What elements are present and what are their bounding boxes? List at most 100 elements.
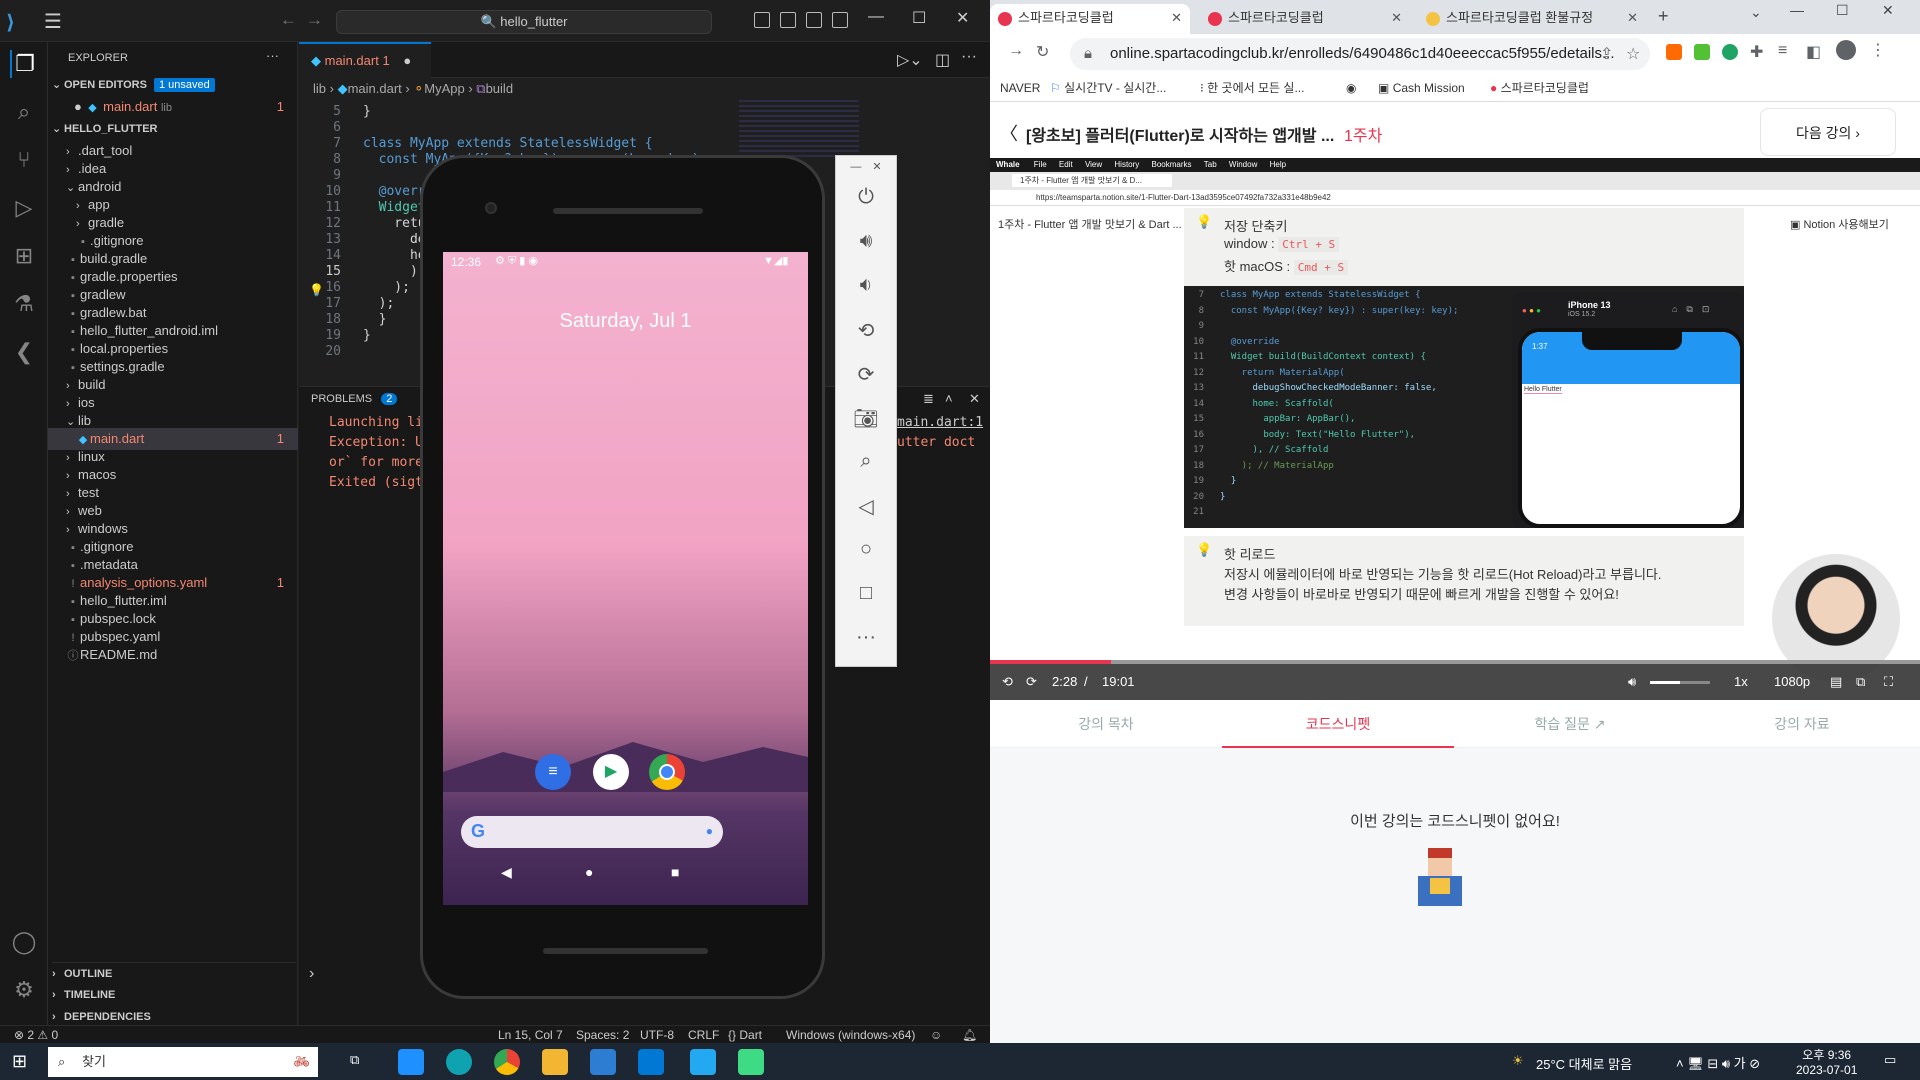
minimap[interactable] [739,100,859,160]
fullscreen-icon[interactable]: ⛶ [1884,664,1893,700]
bookmark-live-tv[interactable]: ⚐ 실시간TV - 실시간... [1050,74,1166,102]
close-tab-icon[interactable]: ✕ [1627,4,1638,32]
playback-speed[interactable]: 1x [1734,664,1748,700]
back-arrow-icon[interactable]: ← [280,10,297,30]
power-icon[interactable]: ⏻ [836,186,896,209]
encoding[interactable]: UTF-8 [640,1026,674,1044]
recents-nav-icon[interactable]: ■ [671,864,679,880]
extension-icon[interactable] [1694,44,1710,60]
extensions-icon[interactable]: ⊞ [10,242,38,270]
account-icon[interactable]: ◯ [10,928,38,956]
explorer-icon[interactable]: ❐ [10,50,38,78]
problems-status[interactable]: ⊗ 2 ⚠ 0 [14,1026,58,1044]
messages-app-icon[interactable]: ≡ [535,754,571,790]
rotate-right-icon[interactable]: ⟳ [836,362,896,387]
bookmark-sparta[interactable]: ● 스파르타코딩클럽 [1490,74,1589,102]
task-view-icon[interactable]: ⧉ [350,1052,359,1068]
open-editor-item[interactable]: ● ◆ main.dart lib 1 [48,96,298,118]
source-control-icon[interactable]: ⑂ [10,146,38,174]
maximize-icon[interactable]: ☐ [912,8,926,28]
language-mode[interactable]: {} Dart [728,1026,762,1044]
zoom-icon[interactable]: ⌕ [836,450,896,473]
lightbulb-icon[interactable]: 💡 [309,283,324,297]
breadcrumb-class[interactable]: MyApp [424,81,464,96]
notifications-bell-icon[interactable]: 🔔︎ [962,1026,977,1044]
bookmark-all-in-one[interactable]: ⁝ 한 곳에서 모든 실... [1200,74,1304,102]
outline-section[interactable]: › OUTLINE [52,962,296,984]
run-debug-icon[interactable]: ▷ [10,194,38,222]
open-editors-section[interactable]: ⌄ OPEN EDITORS 1 unsaved [52,74,296,96]
line-ending[interactable]: CRLF [688,1026,719,1044]
browser-tab[interactable]: 스파르타코딩클럽 ✕ [1200,4,1410,34]
toggle-panel-icon[interactable] [780,12,796,28]
captions-icon[interactable]: ▤ [1830,664,1842,700]
manage-gear-icon[interactable]: ⚙ [10,976,38,1004]
toggle-primary-sidebar-icon[interactable] [754,12,770,28]
google-search-bar[interactable]: G ● [461,816,723,848]
next-lecture-button[interactable]: 다음 강의 › [1760,108,1896,156]
clock[interactable]: 오후 9:36 2023-07-01 [1796,1046,1857,1077]
back-nav-icon[interactable]: ◀ [501,864,512,881]
panel-list-icon[interactable]: ≣ [923,391,934,407]
customize-layout-icon[interactable] [832,12,848,28]
split-editor-icon[interactable]: ◫ [935,50,950,70]
browser-tab-active[interactable]: 스파르타코딩클럽 ✕ [990,4,1190,34]
close-icon[interactable]: ✕ [1882,2,1894,19]
tab-main-dart[interactable]: ◆ main.dart 1 ● [299,42,431,78]
extension-icon[interactable] [1722,44,1738,60]
chrome-icon[interactable] [494,1049,520,1075]
close-tab-icon[interactable]: ✕ [1391,4,1402,32]
problems-tab[interactable]: PROBLEMS 2 [311,393,398,405]
edge-icon[interactable] [446,1049,472,1075]
assistant-icon[interactable]: ● [706,824,713,838]
pip-icon[interactable]: ⧉ [1856,664,1865,700]
volume-icon[interactable]: 🔊︎ [1628,664,1636,700]
search-icon[interactable]: ⌕ [10,98,38,126]
toggle-secondary-sidebar-icon[interactable] [806,12,822,28]
unsaved-dot-icon[interactable]: ● [403,53,411,68]
command-center-search[interactable]: 🔍 hello_flutter [336,10,712,34]
chevron-up-icon[interactable]: ˄ [945,391,953,406]
close-icon[interactable]: ✕ [956,8,969,28]
close-panel-icon[interactable]: ✕ [969,391,980,407]
browser-tab[interactable]: 스파르타코딩클럽 환불규정 ✕ [1418,4,1646,34]
system-tray-icons[interactable]: ˄ 🖥︎ ⊟ 🔊︎ 가 ⊘ [1676,1053,1760,1072]
new-tab-icon[interactable]: + [1658,6,1669,27]
timeline-section[interactable]: › TIMELINE [52,984,296,1006]
breadcrumb-file[interactable]: main.dart [348,81,402,96]
minimize-icon[interactable]: — [868,8,884,26]
cursor-position[interactable]: Ln 15, Col 7 [498,1026,563,1044]
volume-down-icon[interactable]: 🔉︎ [836,274,896,297]
testing-icon[interactable]: ⚗ [10,290,38,318]
bookmark-naver[interactable]: NAVER [1000,74,1040,102]
notification-center-icon[interactable]: ▭ [1884,1052,1896,1068]
store-icon[interactable] [590,1049,616,1075]
chrome-app-icon[interactable] [649,754,685,790]
tab-search-icon[interactable]: ⌄ [1750,4,1762,21]
run-icon[interactable]: ▷⌄ [897,50,923,70]
minimize-icon[interactable]: — [1790,2,1804,18]
file-item[interactable]: ⓘ README.md [48,644,298,666]
side-panel-icon[interactable]: ◧ [1806,42,1821,62]
screenshot-icon[interactable]: 📷︎ [836,406,896,431]
breadcrumb-method[interactable]: build [486,81,513,96]
volume-up-icon[interactable]: 🔊︎ [836,230,896,253]
output-link[interactable]: main.dart:1 [897,413,983,433]
taskbar-search[interactable]: ⌕ 찾기 🚲︎ [48,1047,318,1077]
chrome-menu-icon[interactable]: ⋮ [1870,40,1886,60]
terminal-chevron-icon[interactable]: › [309,965,314,983]
play-store-icon[interactable]: ▶ [593,754,629,790]
feedback-icon[interactable]: ☺ [930,1026,942,1044]
volume-slider[interactable] [1650,681,1710,684]
more-actions-icon[interactable]: ··· [961,48,977,66]
overview-icon[interactable]: □ [836,582,896,605]
globe-icon[interactable]: ◉ [1346,74,1356,102]
bookmark-star-icon[interactable]: ☆ [1626,44,1640,64]
forward-arrow-icon[interactable]: → [306,10,323,30]
android-emulator-taskbar-icon[interactable] [738,1049,764,1075]
tab-code-snippet[interactable]: 코드스니펫 [1222,700,1454,748]
mail-icon[interactable] [638,1049,664,1075]
phone-screen[interactable]: 12:36 ⚙ ⛨ ▮ ◉ ▼◢▮ Saturday, Jul 1 ≡ ▶ G … [443,252,808,905]
hamburger-menu-icon[interactable]: ☰ [44,9,62,34]
rewind-icon[interactable]: ⟲ [1002,664,1013,700]
